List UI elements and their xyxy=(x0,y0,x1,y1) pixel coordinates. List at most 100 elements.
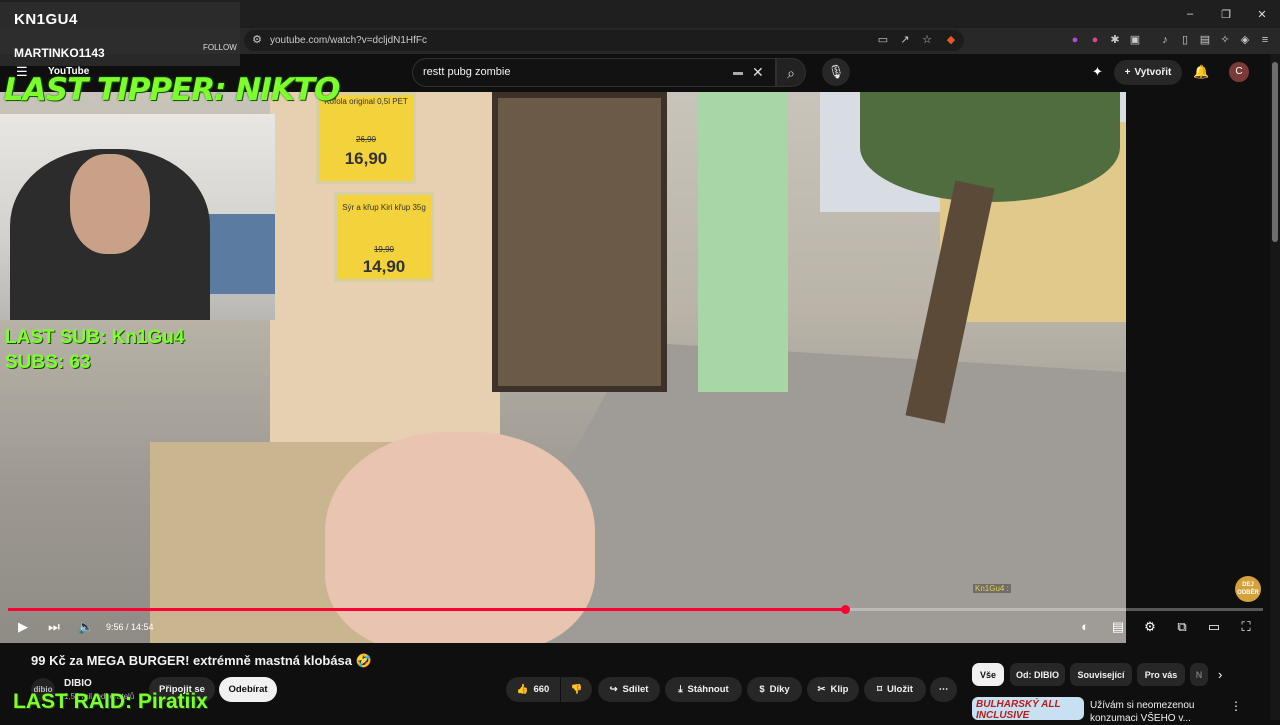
progress-scrubber[interactable] xyxy=(841,605,850,614)
menu-icon[interactable]: ≡ xyxy=(1258,33,1272,47)
follow-label: FOLLOW xyxy=(203,43,237,52)
save-label: Uložit xyxy=(887,684,913,695)
clip-label: Klip xyxy=(830,684,849,695)
share-label: Sdílet xyxy=(622,684,649,695)
window-controls: – ❐ ✕ xyxy=(1172,0,1280,28)
recommendation-title[interactable]: Užívám si neomezenou konzumaci VŠEHO v..… xyxy=(1090,699,1220,725)
create-label: Vytvořit xyxy=(1134,67,1172,78)
extension-icon-2[interactable]: ● xyxy=(1088,33,1102,47)
download-icon: ⤓ xyxy=(678,684,683,695)
settings-icon[interactable]: ⚙ xyxy=(1140,618,1160,636)
download-button[interactable]: ⤓ Stáhnout xyxy=(665,677,742,702)
minimize-icon[interactable]: – xyxy=(1172,0,1208,28)
video-green-building xyxy=(698,92,788,392)
last-tipper-text: LAST TIPPER: NIKTO xyxy=(4,72,340,108)
plus-icon: + xyxy=(1124,67,1131,78)
sign2-old-price: 19,90 xyxy=(373,245,395,254)
thumbs-up-icon: 👍 xyxy=(516,684,529,695)
channel-name[interactable]: DIBIO xyxy=(64,678,92,689)
puzzle-icon[interactable]: ✱ xyxy=(1108,33,1122,47)
subtitles-icon[interactable]: ▤ xyxy=(1108,618,1128,636)
share-arrow-icon: ↪ xyxy=(609,684,618,695)
voice-search-button[interactable]: 🎙 xyxy=(822,58,850,86)
kebab-menu-icon[interactable]: ⋮ xyxy=(1230,699,1242,713)
autoplay-toggle-icon[interactable]: ◐ xyxy=(1072,618,1098,636)
like-count: 660 xyxy=(533,684,550,695)
chip-for-you[interactable]: Pro vás xyxy=(1137,663,1185,686)
search-button[interactable]: ⌕ xyxy=(776,58,806,87)
maximize-icon[interactable]: ❐ xyxy=(1208,0,1244,28)
chip-next[interactable]: N xyxy=(1190,663,1208,686)
dislike-button[interactable]: 👎 xyxy=(561,677,592,702)
video-hand xyxy=(325,432,595,643)
scrollbar-thumb[interactable] xyxy=(1272,62,1278,242)
brave-shield-icon[interactable]: ◆ xyxy=(944,33,958,47)
avatar[interactable]: C xyxy=(1229,62,1249,82)
bookmark-save-icon: ⌑ xyxy=(877,684,883,695)
chevron-right-icon[interactable]: › xyxy=(1218,667,1222,682)
microphone-icon: 🎙 xyxy=(827,64,845,79)
play-icon[interactable]: ▶ xyxy=(14,618,32,636)
subscribe-button[interactable]: Odebírat xyxy=(219,677,277,702)
clear-search-icon[interactable]: ✕ xyxy=(752,64,764,81)
time-display: 9:56 / 14:54 xyxy=(106,622,154,632)
reader-icon[interactable]: ▣ xyxy=(1128,33,1142,47)
last-raid-text: LAST RAID: Piratiix xyxy=(13,690,208,713)
sparkle-icon[interactable]: ✧ xyxy=(1218,33,1232,47)
save-button[interactable]: ⌑ Uložit xyxy=(864,677,926,702)
chip-related[interactable]: Související xyxy=(1070,663,1132,686)
last-sub-text: LAST SUB: Kn1Gu4 xyxy=(5,327,185,348)
fullscreen-icon[interactable]: ⛶ xyxy=(1236,618,1256,636)
webcam-head xyxy=(70,154,150,254)
webcam-feed xyxy=(0,114,275,320)
subscribe-label: Odebírat xyxy=(228,684,268,695)
notifications-icon[interactable]: 🔔 xyxy=(1193,64,1209,80)
like-button[interactable]: 👍 660 xyxy=(506,677,560,702)
right-column xyxy=(1126,92,1270,643)
recommendation-thumbnail[interactable]: BULHARSKÝ ALL INCLUSIVE xyxy=(972,697,1084,720)
search-icon: ⌕ xyxy=(787,65,795,81)
subs-count-text: SUBS: 63 xyxy=(5,352,91,373)
video-tree-foliage xyxy=(860,92,1120,202)
extension-icon[interactable]: ● xyxy=(1068,33,1082,47)
theater-mode-icon[interactable]: ▭ xyxy=(1204,618,1224,636)
share-icon[interactable]: ↗ xyxy=(898,33,912,47)
video-shop-window xyxy=(492,92,667,392)
sign1-price: 16,90 xyxy=(344,149,388,168)
thanks-label: Díky xyxy=(769,684,790,695)
chip-from-channel[interactable]: Od: DIBIO xyxy=(1010,663,1065,686)
volume-icon[interactable]: 🔈 xyxy=(77,618,95,636)
bookmark-icon[interactable]: ☆ xyxy=(920,33,934,47)
sign2-price: 14,90 xyxy=(362,257,406,276)
create-button[interactable]: + Vytvořit xyxy=(1114,60,1182,85)
end-screen-logo[interactable]: DEJ ODBĚR xyxy=(1235,576,1261,602)
sidebar-icon[interactable]: ▯ xyxy=(1178,33,1192,47)
progress-played xyxy=(8,608,845,611)
thanks-button[interactable]: $ Díky xyxy=(747,677,802,702)
miniplayer-icon[interactable]: ⧉ xyxy=(1172,618,1192,636)
clip-button[interactable]: ✂ Klip xyxy=(807,677,859,702)
price-sign-2: Sýr a křup Kiri křup 35g 19,90 14,90 xyxy=(334,192,434,282)
download-label: Stáhnout xyxy=(687,684,729,695)
more-actions-button[interactable]: ⋯ xyxy=(930,677,957,702)
thumbs-down-icon: 👎 xyxy=(570,684,583,695)
thanks-icon: $ xyxy=(759,684,765,695)
vpn-icon[interactable]: ◈ xyxy=(1238,33,1252,47)
sign1-old-price: 26,90 xyxy=(355,135,377,144)
video-title: 99 Kč za MEGA BURGER! extrémně mastná kl… xyxy=(31,653,372,668)
more-icon: ⋯ xyxy=(938,684,949,695)
share-button[interactable]: ↪ Sdílet xyxy=(598,677,660,702)
media-icon[interactable]: ♪ xyxy=(1158,33,1172,47)
chip-all[interactable]: Vše xyxy=(972,663,1004,686)
thumbnail-text: BULHARSKÝ ALL INCLUSIVE xyxy=(976,699,1061,720)
wallet-icon[interactable]: ▤ xyxy=(1198,33,1212,47)
url-text: youtube.com/watch?v=dcljdN1HfFc xyxy=(270,35,428,46)
next-icon[interactable]: ⏭ xyxy=(45,618,63,636)
cast-icon[interactable]: ▭ xyxy=(876,33,890,47)
chat-tag: Kn1Gu4 : xyxy=(973,584,1011,593)
gamepad-icon[interactable]: ✦ xyxy=(1092,64,1103,80)
close-icon[interactable]: ✕ xyxy=(1244,0,1280,28)
keyboard-icon[interactable]: ▬ xyxy=(733,67,743,78)
search-query: restt pubg zombie xyxy=(423,66,511,78)
site-info-icon[interactable]: ⚙ xyxy=(250,33,264,47)
